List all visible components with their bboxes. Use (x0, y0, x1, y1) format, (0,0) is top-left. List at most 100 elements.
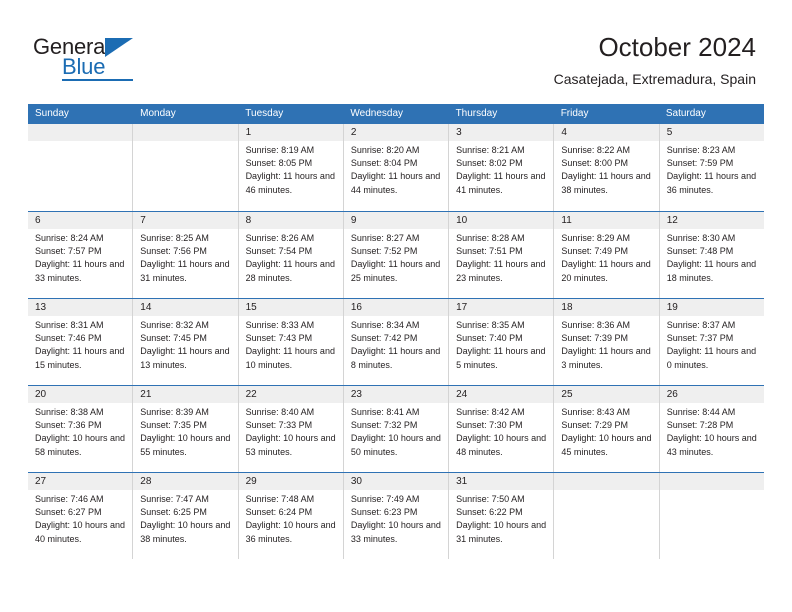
calendar-day-cell[interactable]: 25 Sunrise: 8:43 AM Sunset: 7:29 PM Dayligh… (553, 386, 659, 472)
weekday-header-wednesday: Wednesday (350, 108, 404, 119)
day-number: 28 (133, 473, 238, 490)
sunrise-text: Sunrise: 8:42 AM (456, 407, 525, 417)
sunset-text: Sunset: 8:04 PM (350, 158, 418, 169)
day-number: 29 (238, 473, 343, 490)
sunset-text: Sunset: 7:45 PM (140, 333, 207, 344)
sunset-text: Sunset: 7:48 PM (666, 246, 734, 257)
day-number (659, 473, 764, 490)
calendar-day-cell[interactable]: 14 Sunrise: 8:32 AM Sunset: 7:45 PM Dayligh… (132, 299, 238, 385)
weekday-header-monday: Monday (140, 108, 176, 119)
day-details: Sunrise: 8:31 AM Sunset: 7:46 PM Daylight:… (28, 316, 132, 372)
calendar-day-cell[interactable]: 19 Sunrise: 8:37 AM Sunset: 7:37 PM Dayligh… (658, 299, 764, 385)
sunrise-text: Sunrise: 7:46 AM (35, 494, 104, 504)
day-number: 31 (449, 473, 554, 490)
daylight-text: Daylight: 10 hours and 33 minutes. (350, 520, 441, 544)
calendar-day-cell[interactable]: 9 Sunrise: 8:27 AM Sunset: 7:52 PM Daylight… (342, 212, 449, 298)
calendar-day-cell[interactable]: 29 Sunrise: 7:48 AM Sunset: 6:24 PM Dayligh… (237, 473, 343, 559)
daylight-text: Daylight: 11 hours and 41 minutes. (456, 171, 546, 195)
sunrise-text: Sunrise: 8:31 AM (35, 320, 104, 330)
calendar-day-cell[interactable]: 15 Sunrise: 8:33 AM Sunset: 7:43 PM Dayligh… (237, 299, 343, 385)
calendar-day-cell[interactable]: 28 Sunrise: 7:47 AM Sunset: 6:25 PM Dayligh… (132, 473, 238, 559)
sunset-text: Sunset: 7:52 PM (350, 246, 418, 257)
sunset-text: Sunset: 7:46 PM (35, 333, 102, 344)
day-details: Sunrise: 8:38 AM Sunset: 7:36 PM Daylight:… (28, 403, 132, 459)
day-number: 19 (659, 299, 764, 316)
day-number: 18 (554, 299, 659, 316)
calendar-day-cell[interactable]: 27 Sunrise: 7:46 AM Sunset: 6:27 PM Dayligh… (28, 473, 133, 559)
calendar-day-cell[interactable]: 16 Sunrise: 8:34 AM Sunset: 7:42 PM Dayligh… (342, 299, 449, 385)
day-number: 25 (554, 386, 659, 403)
sunset-text: Sunset: 6:22 PM (456, 507, 523, 518)
calendar-day-cell-empty (28, 124, 133, 211)
day-number: 17 (449, 299, 554, 316)
day-number: 12 (659, 212, 764, 229)
sunrise-text: Sunrise: 7:48 AM (245, 494, 315, 504)
sunset-text: Sunset: 6:25 PM (140, 507, 207, 518)
calendar-day-cell[interactable]: 1 Sunrise: 8:19 AM Sunset: 8:05 PM Daylight… (237, 124, 343, 211)
calendar-day-cell[interactable]: 18 Sunrise: 8:36 AM Sunset: 7:39 PM Dayligh… (553, 299, 659, 385)
calendar-day-cell[interactable]: 24 Sunrise: 8:42 AM Sunset: 7:30 PM Dayligh… (448, 386, 554, 472)
daylight-text: Daylight: 10 hours and 38 minutes. (140, 520, 231, 544)
day-number: 22 (238, 386, 343, 403)
daylight-text: Daylight: 10 hours and 48 minutes. (456, 433, 547, 457)
calendar-day-cell[interactable]: 26 Sunrise: 8:44 AM Sunset: 7:28 PM Dayligh… (658, 386, 764, 472)
calendar-day-cell[interactable]: 17 Sunrise: 8:35 AM Sunset: 7:40 PM Dayligh… (448, 299, 554, 385)
sunset-text: Sunset: 7:36 PM (35, 420, 102, 431)
sunset-text: Sunset: 7:39 PM (561, 333, 628, 344)
sunrise-text: Sunrise: 8:43 AM (561, 407, 630, 417)
calendar-day-cell[interactable]: 2 Sunrise: 8:20 AM Sunset: 8:04 PM Daylight… (342, 124, 449, 211)
calendar-day-cell[interactable]: 21 Sunrise: 8:39 AM Sunset: 7:35 PM Dayligh… (132, 386, 238, 472)
calendar-day-cell[interactable]: 8 Sunrise: 8:26 AM Sunset: 7:54 PM Daylight… (237, 212, 343, 298)
sunset-text: Sunset: 6:27 PM (35, 507, 102, 518)
sunset-text: Sunset: 7:28 PM (666, 420, 734, 431)
sunset-text: Sunset: 7:51 PM (456, 246, 523, 257)
calendar-day-cell[interactable]: 11 Sunrise: 8:29 AM Sunset: 7:49 PM Dayligh… (553, 212, 659, 298)
day-number: 2 (343, 124, 449, 141)
sunset-text: Sunset: 6:23 PM (350, 507, 418, 518)
calendar-day-cell-empty (132, 124, 238, 211)
calendar-day-cell[interactable]: 31 Sunrise: 7:50 AM Sunset: 6:22 PM Dayligh… (448, 473, 554, 559)
daylight-text: Daylight: 11 hours and 25 minutes. (350, 259, 441, 283)
calendar-day-cell[interactable]: 10 Sunrise: 8:28 AM Sunset: 7:51 PM Dayligh… (448, 212, 554, 298)
calendar-day-cell[interactable]: 23 Sunrise: 8:41 AM Sunset: 7:32 PM Dayligh… (342, 386, 449, 472)
weekday-header-saturday: Saturday (665, 108, 706, 119)
sunrise-text: Sunrise: 8:36 AM (561, 320, 630, 330)
day-number: 13 (28, 299, 133, 316)
calendar-weeks: 1 Sunrise: 8:19 AM Sunset: 8:05 PM Daylight… (28, 124, 764, 559)
daylight-text: Daylight: 11 hours and 10 minutes. (245, 346, 335, 370)
calendar-day-cell[interactable]: 30 Sunrise: 7:49 AM Sunset: 6:23 PM Dayligh… (342, 473, 449, 559)
day-details: Sunrise: 8:26 AM Sunset: 7:54 PM Daylight:… (239, 229, 343, 285)
day-number (133, 124, 238, 141)
daylight-text: Daylight: 11 hours and 38 minutes. (561, 171, 651, 195)
daylight-text: Daylight: 10 hours and 55 minutes. (140, 433, 231, 457)
daylight-text: Daylight: 11 hours and 20 minutes. (561, 259, 651, 283)
calendar-week-row: 6 Sunrise: 8:24 AM Sunset: 7:57 PM Daylight… (28, 211, 764, 298)
sunset-text: Sunset: 7:33 PM (245, 420, 313, 431)
calendar-day-cell[interactable]: 5 Sunrise: 8:23 AM Sunset: 7:59 PM Daylight… (658, 124, 764, 211)
daylight-text: Daylight: 11 hours and 46 minutes. (245, 171, 335, 195)
day-number: 24 (449, 386, 554, 403)
day-details: Sunrise: 7:46 AM Sunset: 6:27 PM Daylight:… (28, 490, 132, 546)
calendar-day-cell[interactable]: 6 Sunrise: 8:24 AM Sunset: 7:57 PM Daylight… (28, 212, 133, 298)
day-details: Sunrise: 7:49 AM Sunset: 6:23 PM Daylight:… (344, 490, 448, 546)
daylight-text: Daylight: 11 hours and 28 minutes. (245, 259, 335, 283)
sunrise-text: Sunrise: 7:49 AM (350, 494, 420, 504)
sunrise-text: Sunrise: 8:39 AM (140, 407, 209, 417)
calendar-day-cell[interactable]: 7 Sunrise: 8:25 AM Sunset: 7:56 PM Daylight… (132, 212, 238, 298)
calendar-day-cell[interactable]: 22 Sunrise: 8:40 AM Sunset: 7:33 PM Dayligh… (237, 386, 343, 472)
calendar-day-cell[interactable]: 20 Sunrise: 8:38 AM Sunset: 7:36 PM Dayligh… (28, 386, 133, 472)
sunset-text: Sunset: 7:57 PM (35, 246, 102, 257)
logo-text-blue: Blue (62, 54, 106, 79)
day-details: Sunrise: 8:22 AM Sunset: 8:00 PM Daylight:… (554, 141, 658, 197)
calendar-day-cell[interactable]: 3 Sunrise: 8:21 AM Sunset: 8:02 PM Daylight… (448, 124, 554, 211)
day-details: Sunrise: 8:41 AM Sunset: 7:32 PM Daylight:… (344, 403, 448, 459)
day-details: Sunrise: 8:37 AM Sunset: 7:37 PM Daylight:… (660, 316, 764, 372)
sunset-text: Sunset: 8:00 PM (561, 158, 628, 169)
day-details: Sunrise: 8:34 AM Sunset: 7:42 PM Daylight:… (344, 316, 448, 372)
day-number: 26 (659, 386, 764, 403)
calendar-day-cell[interactable]: 13 Sunrise: 8:31 AM Sunset: 7:46 PM Dayligh… (28, 299, 133, 385)
calendar-page: General Blue October 2024 Casatejada, Ex… (0, 0, 792, 612)
calendar-day-cell[interactable]: 4 Sunrise: 8:22 AM Sunset: 8:00 PM Daylight… (553, 124, 659, 211)
day-details: Sunrise: 8:24 AM Sunset: 7:57 PM Daylight:… (28, 229, 132, 285)
calendar-day-cell[interactable]: 12 Sunrise: 8:30 AM Sunset: 7:48 PM Dayligh… (658, 212, 764, 298)
